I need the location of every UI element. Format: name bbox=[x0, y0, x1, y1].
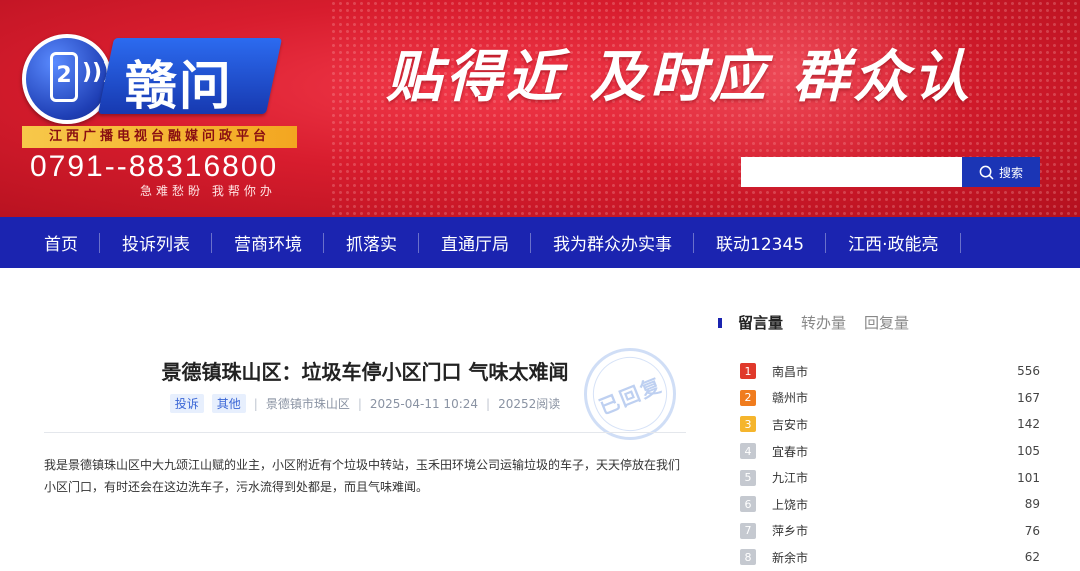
rank-count: 89 bbox=[1024, 497, 1040, 512]
rank-city: 九江市 bbox=[772, 471, 809, 486]
rank-count: 556 bbox=[1017, 364, 1040, 379]
rank-city: 赣州市 bbox=[772, 391, 809, 406]
logo-text-box: 赣问 bbox=[97, 38, 283, 117]
rank-number: 8 bbox=[740, 549, 756, 566]
rank-city: 吉安市 bbox=[772, 417, 809, 432]
rank-city: 萍乡市 bbox=[772, 524, 809, 539]
article-location: 景德镇市珠山区 bbox=[265, 397, 350, 411]
rank-number: 1 bbox=[740, 363, 756, 380]
ranking-row[interactable]: 4 宜春市 105 bbox=[740, 438, 1040, 465]
article-body: 我是景德镇珠山区中大九颂江山赋的业主，小区附近有个垃圾中转站，玉禾田环境公司运输… bbox=[44, 458, 681, 494]
tab-reply-count[interactable]: 回复量 bbox=[864, 312, 909, 333]
tag-other[interactable]: 其他 bbox=[211, 394, 246, 413]
rank-number: 6 bbox=[740, 496, 756, 513]
logo-badge: 2 bbox=[50, 52, 78, 102]
ranking-sidebar: 留言量 转办量 回复量 1 南昌市 556 2 赣州市 167 3 吉安市 142 4 宜春市 105… bbox=[718, 268, 1040, 571]
site-logo[interactable]: 2 ))) 赣问 bbox=[22, 28, 283, 124]
rank-count: 167 bbox=[1017, 390, 1040, 405]
rank-city: 上饶市 bbox=[772, 497, 809, 512]
nav-item-business-environment[interactable]: 营商环境 bbox=[212, 217, 324, 268]
tab-message-count[interactable]: 留言量 bbox=[738, 312, 783, 333]
rank-number: 4 bbox=[740, 443, 756, 460]
search-button[interactable]: 搜索 bbox=[962, 157, 1040, 187]
ranking-row[interactable]: 5 九江市 101 bbox=[740, 464, 1040, 491]
tab-transfer-count[interactable]: 转办量 bbox=[801, 312, 846, 333]
rank-number: 2 bbox=[740, 389, 756, 406]
search-icon bbox=[979, 165, 994, 179]
rank-count: 76 bbox=[1024, 523, 1040, 538]
nav-item-jiangxi-zhengnengliang[interactable]: 江西·政能亮 bbox=[826, 217, 961, 268]
ranking-row[interactable]: 6 上饶市 89 bbox=[740, 491, 1040, 518]
article-views: 20252阅读 bbox=[498, 397, 561, 411]
meta-separator: | bbox=[253, 396, 258, 411]
ranking-row[interactable]: 8 新余市 62 bbox=[740, 544, 1040, 571]
nav-item-complaints[interactable]: 投诉列表 bbox=[100, 217, 212, 268]
rank-number: 3 bbox=[740, 416, 756, 433]
article-datetime: 2025-04-11 10:24 bbox=[369, 396, 479, 411]
hotline-subtitle: 急难愁盼 我帮你办 bbox=[140, 184, 276, 198]
ranking-tabs: 留言量 转办量 回复量 bbox=[718, 312, 927, 333]
logo-text: 赣问 bbox=[124, 57, 233, 117]
nav-item-implementation[interactable]: 抓落实 bbox=[324, 217, 419, 268]
nav-item-home[interactable]: 首页 bbox=[22, 217, 100, 268]
search-button-label: 搜索 bbox=[998, 165, 1023, 180]
main-nav: 首页 投诉列表 营商环境 抓落实 直通厅局 我为群众办实事 联动12345 江西… bbox=[0, 217, 1080, 268]
meta-separator: | bbox=[357, 396, 362, 411]
replied-stamp-text: 已回复 bbox=[595, 371, 666, 419]
nav-item-serve-people[interactable]: 我为群众办实事 bbox=[531, 217, 694, 268]
ranking-list: 1 南昌市 556 2 赣州市 167 3 吉安市 142 4 宜春市 105 5 九江市 101 6 上饶市 8… bbox=[740, 358, 1040, 571]
slogan: 贴得近 及时应 群众认 bbox=[386, 45, 973, 110]
rank-count: 101 bbox=[1017, 470, 1040, 485]
platform-tag: 江西广播电视台融媒问政平台 bbox=[22, 126, 297, 148]
search-input[interactable] bbox=[741, 157, 962, 187]
replied-stamp: 已回复 bbox=[570, 334, 690, 454]
rank-count: 142 bbox=[1017, 417, 1040, 432]
ranking-row[interactable]: 2 赣州市 167 bbox=[740, 385, 1040, 412]
rank-count: 105 bbox=[1017, 444, 1040, 459]
rank-city: 新余市 bbox=[772, 550, 809, 565]
divider bbox=[44, 432, 686, 433]
section-marker bbox=[718, 317, 722, 328]
nav-item-departments[interactable]: 直通厅局 bbox=[419, 217, 531, 268]
hotline-number: 0791--88316800 bbox=[30, 150, 279, 183]
article: 景德镇珠山区：垃圾车停小区门口 气味太难闻 投诉 其他 | 景德镇市珠山区 | … bbox=[44, 268, 690, 571]
rank-city: 宜春市 bbox=[772, 444, 809, 459]
header-banner: 2 ))) 赣问 江西广播电视台融媒问政平台 0791--88316800 急难… bbox=[0, 0, 1080, 217]
rank-number: 5 bbox=[740, 469, 756, 486]
rank-count: 62 bbox=[1024, 550, 1040, 565]
rank-city: 南昌市 bbox=[772, 364, 809, 379]
ranking-row[interactable]: 1 南昌市 556 bbox=[740, 358, 1040, 385]
ranking-row[interactable]: 3 吉安市 142 bbox=[740, 411, 1040, 438]
meta-separator: | bbox=[486, 396, 491, 411]
ranking-row[interactable]: 7 萍乡市 76 bbox=[740, 518, 1040, 545]
rank-number: 7 bbox=[740, 522, 756, 539]
nav-item-12345[interactable]: 联动12345 bbox=[694, 217, 827, 268]
tag-complaint[interactable]: 投诉 bbox=[169, 394, 204, 413]
